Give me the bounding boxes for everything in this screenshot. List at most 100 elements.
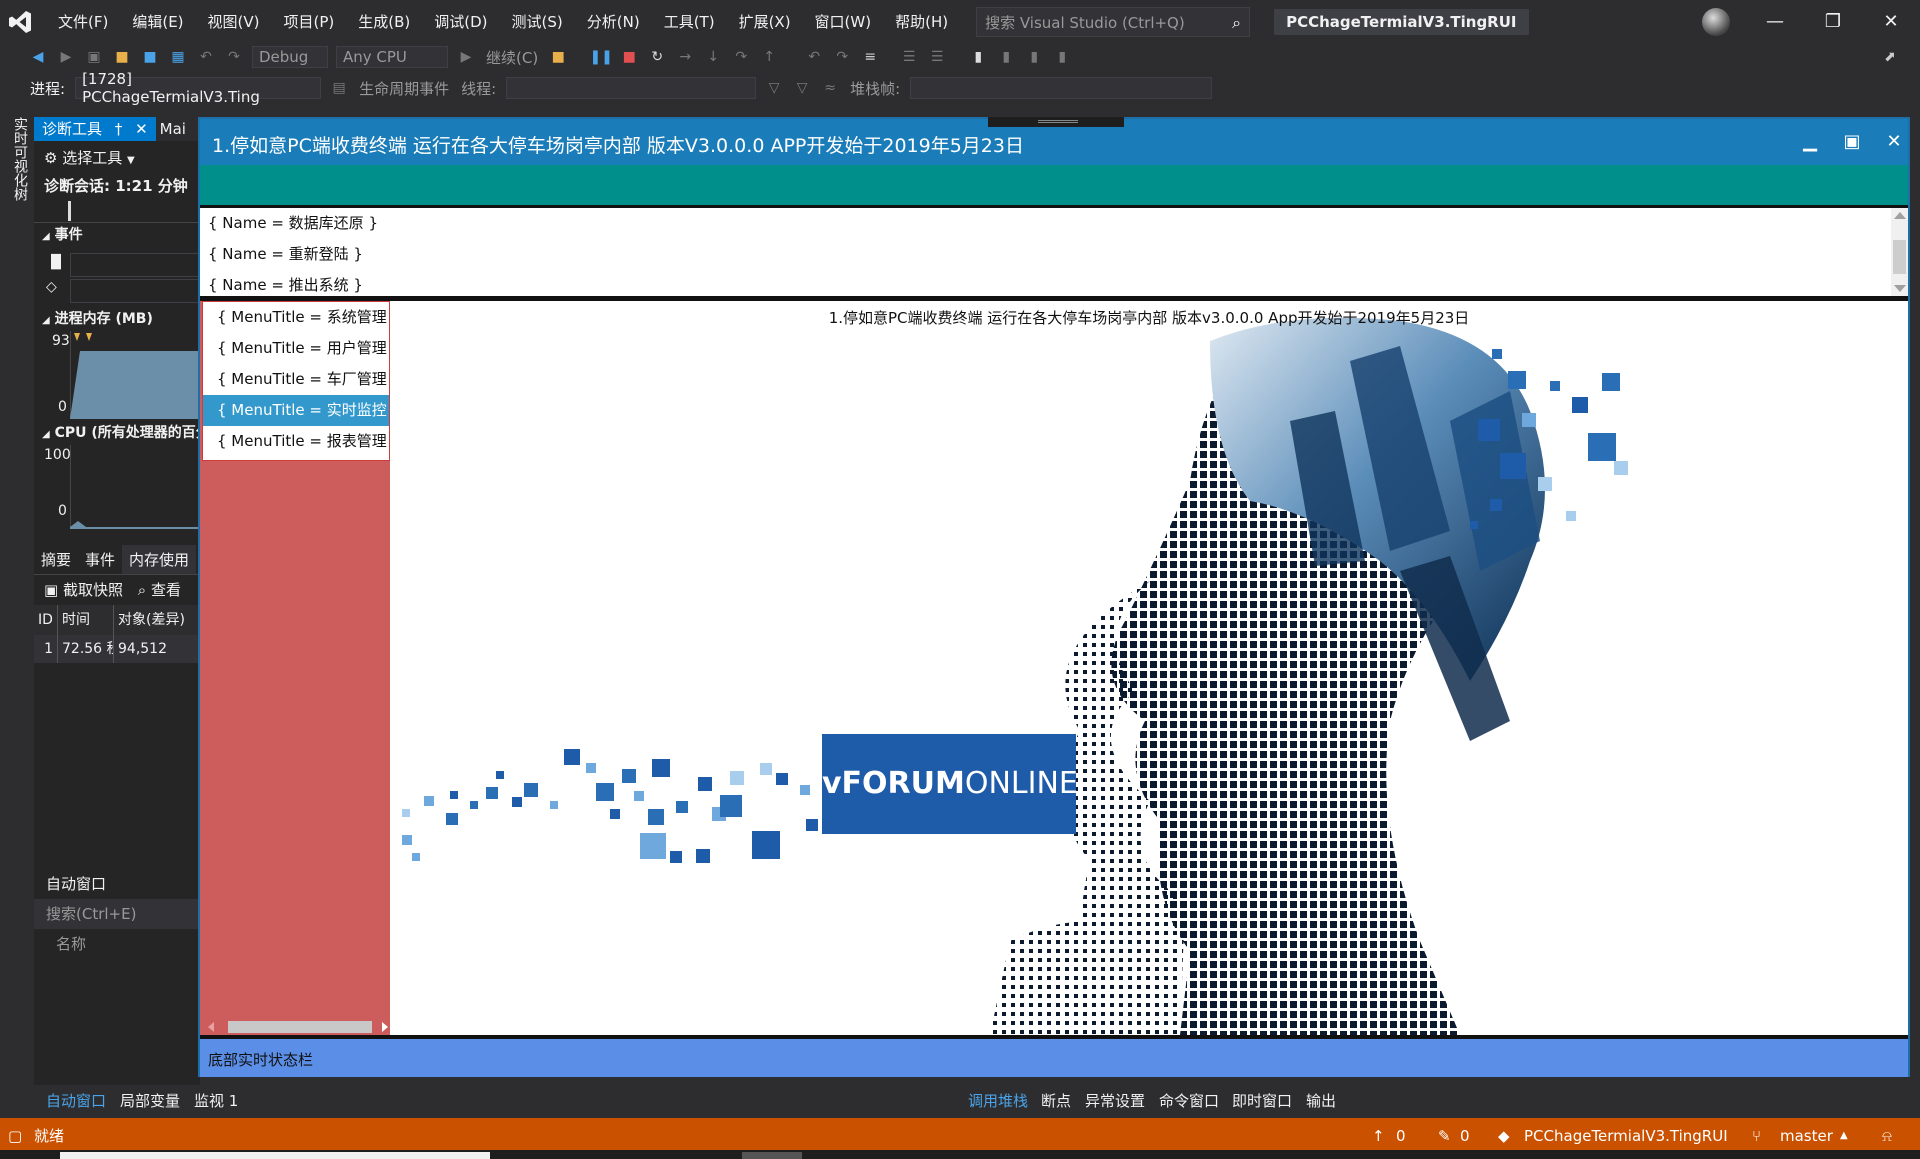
tab-command-window[interactable]: 命令窗口 [1159, 1086, 1219, 1116]
app-minimize-icon[interactable]: ▁ [1792, 129, 1828, 155]
top-list-scrollbar[interactable] [1891, 208, 1908, 296]
forward-icon[interactable]: ▶ [55, 46, 77, 68]
uncomment-icon[interactable]: ☰ [926, 46, 948, 68]
hot-reload-redo-icon[interactable]: ↷ [831, 46, 853, 68]
show-threads-icon[interactable]: ≈ [819, 77, 841, 99]
menu-item-10[interactable]: 窗口(W) [803, 0, 884, 44]
list-item[interactable]: { Name = 重新登陆 } [200, 239, 1908, 270]
undo-icon[interactable]: ↶ [195, 46, 217, 68]
drag-handle[interactable] [988, 117, 1124, 127]
filter-icon[interactable]: ▽ [763, 77, 785, 99]
restart-icon[interactable]: ↻ [646, 46, 668, 68]
open-folder-icon[interactable]: ■ [111, 46, 133, 68]
save-all-icon[interactable]: ▦ [167, 46, 189, 68]
branch-icon[interactable]: ⑂ [1752, 1118, 1761, 1154]
tab-watch-1[interactable]: 监视 1 [194, 1086, 238, 1116]
menu-item-9[interactable]: 扩展(X) [727, 0, 803, 44]
configuration-select[interactable]: Debug [252, 46, 328, 68]
cpu-section-header[interactable]: ◢ CPU (所有处理器的百分比) [34, 421, 200, 445]
close-tab-icon[interactable]: ✕ [135, 120, 148, 138]
scroll-right-icon[interactable] [382, 1022, 388, 1032]
menu-item-3[interactable]: 项目(P) [272, 0, 347, 44]
continue-button[interactable]: 继续(C) [486, 47, 538, 68]
menu-item-8[interactable]: 工具(T) [652, 0, 727, 44]
list-item[interactable]: { Name = 数据库还原 } [200, 208, 1908, 239]
view-button[interactable]: 查看 [151, 581, 181, 599]
col-time[interactable]: 时间 [58, 605, 114, 635]
menu-item-5[interactable]: 调试(D) [422, 0, 499, 44]
select-tools-button[interactable]: ⚙ 选择工具 ▼ [34, 143, 200, 173]
next-bookmark-icon[interactable]: ▮ [1023, 46, 1045, 68]
repository-name[interactable]: PCChageTermialV3.TingRUI [1524, 1118, 1728, 1154]
close-icon[interactable]: ✕ [1862, 0, 1920, 44]
pencil-icon[interactable]: ✎ [1438, 1118, 1451, 1154]
events-section-header[interactable]: ◢ 事件 [34, 223, 200, 247]
side-menu-scrollbar[interactable] [202, 1019, 390, 1035]
save-icon[interactable]: ■ [139, 46, 161, 68]
app-maximize-icon[interactable]: ▣ [1834, 129, 1870, 155]
tab-events[interactable]: 事件 [78, 545, 122, 574]
branch-name[interactable]: master [1780, 1118, 1833, 1154]
new-project-icon[interactable]: ▣ [83, 46, 105, 68]
thread-select[interactable] [506, 77, 757, 99]
col-objects[interactable]: 对象(差异) [114, 605, 200, 635]
menu-item-7[interactable]: 分析(N) [575, 0, 652, 44]
search-icon[interactable]: ⌕ [1232, 13, 1241, 33]
scroll-down-icon[interactable] [1894, 285, 1906, 292]
col-id[interactable]: ID [34, 605, 58, 635]
tab-memory-usage[interactable]: 内存使用 [122, 545, 197, 574]
tab-diagnostic-tools[interactable]: 诊断工具 † ✕ [34, 117, 156, 141]
back-icon[interactable]: ◀ [27, 46, 49, 68]
live-share-icon[interactable]: ⬈ [1879, 46, 1901, 68]
tab-call-stack[interactable]: 调用堆栈 [968, 1086, 1028, 1116]
live-visual-tree-tab[interactable]: 实时可视化树 [10, 117, 30, 201]
pause-icon[interactable]: ❚❚ [589, 46, 612, 68]
menu-item-1[interactable]: 编辑(E) [120, 0, 195, 44]
vs-search-input[interactable]: 搜索 Visual Studio (Ctrl+Q) ⌕ [976, 7, 1251, 37]
lifecycle-events-dropdown[interactable]: 生命周期事件 [359, 78, 449, 99]
notification-bell-icon[interactable]: ⍾ [1882, 1118, 1892, 1154]
prev-bookmark-icon[interactable]: ▮ [995, 46, 1017, 68]
process-select[interactable]: [1728] PCChageTermialV3.Ting [75, 70, 322, 106]
take-snapshot-button[interactable]: 截取快照 [63, 581, 123, 599]
arrow-up-icon[interactable]: ↑ [1372, 1118, 1385, 1154]
step-into-icon[interactable]: ↓ [702, 46, 724, 68]
menu-item-parking[interactable]: { MenuTitle = 车厂管理 } [203, 364, 401, 395]
comment-icon[interactable]: ☰ [898, 46, 920, 68]
events-graph[interactable]: ▐▌ ◇ [34, 247, 200, 307]
pin-icon[interactable]: † [115, 120, 123, 138]
hot-reload-icon[interactable]: ↶ [803, 46, 825, 68]
filter-flag-icon[interactable]: ▽ [791, 77, 813, 99]
clear-bookmark-icon[interactable]: ▮ [1051, 46, 1073, 68]
memory-section-header[interactable]: ◢ 进程内存 (MB) [34, 307, 200, 331]
continue-icon[interactable]: ▶ [455, 46, 477, 68]
output-window-icon[interactable]: ▢ [8, 1118, 22, 1154]
app-close-icon[interactable]: ✕ [1876, 129, 1912, 155]
tab-locals[interactable]: 局部变量 [120, 1086, 180, 1116]
tab-exception-settings[interactable]: 异常设置 [1085, 1086, 1145, 1116]
tab-summary[interactable]: 摘要 [34, 545, 78, 574]
menu-item-reports[interactable]: { MenuTitle = 报表管理 } [203, 426, 401, 457]
menu-item-system[interactable]: { MenuTitle = 系统管理 } [203, 302, 401, 333]
step-out-icon[interactable]: ↑ [758, 46, 780, 68]
redo-icon[interactable]: ↷ [223, 46, 245, 68]
timeline-ruler[interactable] [34, 199, 200, 223]
repo-diamond-icon[interactable]: ◆ [1498, 1118, 1510, 1154]
bookmark-icon[interactable]: ▮ [967, 46, 989, 68]
tab-main[interactable]: Mai [156, 117, 190, 141]
unpushed-count[interactable]: 0 [1396, 1118, 1406, 1154]
stop-icon[interactable]: ■ [618, 46, 640, 68]
restore-icon[interactable]: ❐ [1804, 0, 1862, 44]
memory-graph[interactable]: 93 0 [34, 331, 200, 421]
scroll-left-icon[interactable] [208, 1022, 214, 1032]
step-icon[interactable]: → [674, 46, 696, 68]
stackframe-select[interactable] [910, 77, 1213, 99]
scroll-up-icon[interactable] [1894, 212, 1906, 219]
tab-immediate-window[interactable]: 即时窗口 [1232, 1086, 1292, 1116]
table-row[interactable]: 1 72.56 秒 94,512 [34, 635, 200, 663]
menu-item-11[interactable]: 帮助(H) [883, 0, 960, 44]
changes-count[interactable]: 0 [1460, 1118, 1470, 1154]
platform-select[interactable]: Any CPU [336, 46, 448, 68]
user-avatar[interactable] [1702, 8, 1730, 36]
tab-breakpoints[interactable]: 断点 [1041, 1086, 1071, 1116]
